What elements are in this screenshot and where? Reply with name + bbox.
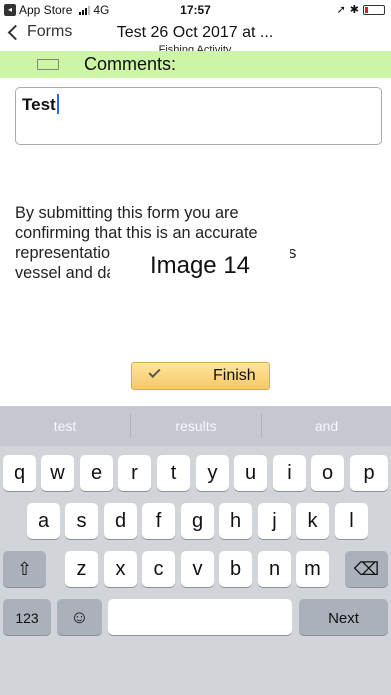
predictive-bar: test results and bbox=[0, 406, 391, 446]
numbers-key-label: 123 bbox=[15, 610, 39, 626]
key-a[interactable]: a bbox=[27, 503, 60, 539]
numbers-key[interactable]: 123 bbox=[3, 599, 51, 635]
key-j[interactable]: j bbox=[258, 503, 291, 539]
comments-label: Comments: bbox=[84, 54, 177, 74]
key-t[interactable]: t bbox=[157, 455, 190, 491]
disclaimer-line: confirming that this is an accurate bbox=[15, 224, 258, 242]
key-h[interactable]: h bbox=[219, 503, 252, 539]
location-icon: ➚ bbox=[336, 4, 346, 16]
back-button[interactable]: Forms bbox=[6, 23, 72, 41]
key-u[interactable]: u bbox=[234, 455, 267, 491]
key-l[interactable]: l bbox=[335, 503, 368, 539]
suggestion-1[interactable]: test bbox=[0, 406, 130, 446]
chevron-left-icon bbox=[7, 24, 24, 40]
comments-textarea[interactable]: Test bbox=[15, 87, 382, 145]
key-s[interactable]: s bbox=[65, 503, 98, 539]
key-o[interactable]: o bbox=[311, 455, 344, 491]
status-right: ➚ ✱ bbox=[337, 3, 385, 16]
finish-button-label: Finish bbox=[213, 367, 256, 384]
disclaimer-line: By submitting this form you are bbox=[15, 204, 239, 222]
emoji-key[interactable]: ☺ bbox=[57, 599, 102, 635]
nav-title: Test 26 Oct 2017 at ... bbox=[116, 24, 274, 41]
key-x[interactable]: x bbox=[104, 551, 137, 587]
key-b[interactable]: b bbox=[219, 551, 252, 587]
battery-icon bbox=[363, 4, 385, 15]
key-q[interactable]: q bbox=[3, 455, 36, 491]
backspace-key[interactable]: ⌫ bbox=[345, 551, 388, 587]
comments-section-header: Comments: bbox=[0, 51, 391, 78]
shift-icon: ⇧ bbox=[16, 559, 33, 579]
key-z[interactable]: z bbox=[65, 551, 98, 587]
battery-fill bbox=[365, 6, 368, 13]
suggestion-2[interactable]: results bbox=[131, 406, 261, 446]
key-g[interactable]: g bbox=[181, 503, 214, 539]
key-c[interactable]: c bbox=[142, 551, 175, 587]
checkmark-icon bbox=[148, 365, 161, 379]
keyboard: test results and q w e r t y u i o p a s… bbox=[0, 406, 391, 695]
status-bar: ◂ App Store 4G 17:57 ➚ ✱ bbox=[0, 0, 391, 20]
key-m[interactable]: m bbox=[296, 551, 329, 587]
bluetooth-icon: ✱ bbox=[349, 4, 359, 16]
emoji-icon: ☺ bbox=[70, 607, 89, 627]
key-w[interactable]: w bbox=[41, 455, 74, 491]
text-cursor bbox=[56, 94, 59, 114]
shift-key[interactable]: ⇧ bbox=[3, 551, 46, 587]
next-key-label: Next bbox=[328, 610, 359, 627]
back-button-label: Forms bbox=[27, 23, 73, 40]
key-y[interactable]: y bbox=[196, 455, 229, 491]
space-key[interactable] bbox=[108, 599, 292, 635]
key-r[interactable]: r bbox=[118, 455, 151, 491]
comment-field-icon bbox=[37, 59, 59, 70]
suggestion-3[interactable]: and bbox=[262, 406, 391, 446]
status-time: 17:57 bbox=[180, 3, 211, 17]
key-v[interactable]: v bbox=[181, 551, 214, 587]
backspace-icon: ⌫ bbox=[353, 559, 380, 579]
key-e[interactable]: e bbox=[80, 455, 113, 491]
key-p[interactable]: p bbox=[350, 455, 388, 491]
comments-value: Test bbox=[22, 95, 56, 114]
next-key[interactable]: Next bbox=[299, 599, 388, 635]
image-caption-label: Image 14 bbox=[149, 252, 251, 279]
finish-button[interactable]: Finish bbox=[131, 362, 270, 390]
navigation-bar: Forms Test 26 Oct 2017 at ... Fishing Ac… bbox=[0, 20, 391, 56]
key-n[interactable]: n bbox=[258, 551, 291, 587]
key-k[interactable]: k bbox=[296, 503, 329, 539]
key-f[interactable]: f bbox=[142, 503, 175, 539]
key-i[interactable]: i bbox=[273, 455, 306, 491]
key-d[interactable]: d bbox=[104, 503, 137, 539]
